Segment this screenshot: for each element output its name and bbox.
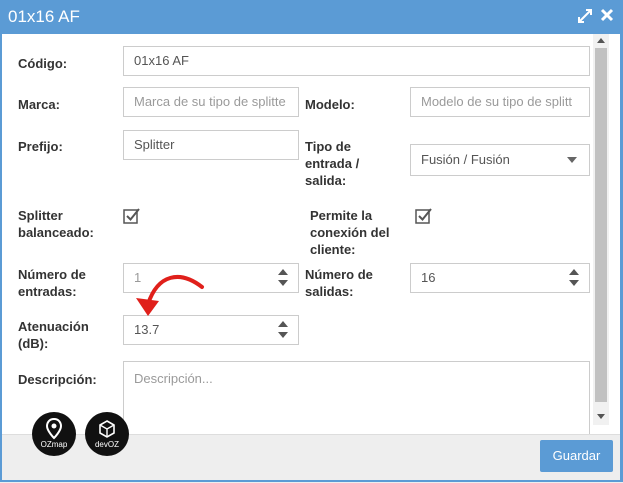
atenuacion-label-line: (dB): — [18, 336, 49, 351]
scroll-down-icon[interactable] — [597, 414, 605, 419]
atenuacion-label-line: Atenuación — [18, 319, 89, 334]
tipo-select[interactable]: Fusión / Fusión — [410, 144, 590, 176]
devoz-logo: devOZ — [85, 412, 129, 456]
close-icon[interactable] — [598, 8, 616, 26]
annotation-arrow-icon — [136, 275, 204, 316]
dialog-border-left — [0, 34, 2, 482]
permite-checkbox[interactable] — [415, 207, 433, 225]
chevron-down-icon — [567, 157, 577, 163]
entradas-stepper[interactable] — [278, 269, 288, 287]
entradas-label-line: Número de — [18, 267, 86, 282]
tipo-value: Fusión / Fusión — [421, 152, 510, 167]
prefijo-input[interactable]: Splitter — [123, 130, 299, 160]
permite-label-line: cliente: — [310, 242, 356, 257]
permite-label-line: Permite la — [310, 208, 373, 223]
prefijo-value: Splitter — [134, 137, 175, 152]
codigo-label: Código: — [18, 56, 68, 71]
permite-label: Permite la conexión del cliente: — [310, 207, 389, 258]
salidas-label-line: salidas: — [305, 284, 354, 299]
marca-input[interactable]: Marca de su tipo de splitte — [123, 87, 299, 117]
salidas-stepper[interactable] — [569, 269, 579, 287]
codigo-value: 01x16 AF — [134, 53, 189, 68]
atenuacion-stepper[interactable] — [278, 321, 288, 339]
modelo-input[interactable]: Modelo de su tipo de splitt — [410, 87, 590, 117]
ozmap-logo-text: OZmap — [40, 440, 68, 449]
map-pin-icon — [46, 418, 62, 440]
tipo-label-line: Tipo de — [305, 139, 351, 154]
vertical-scrollbar[interactable] — [593, 34, 609, 425]
dialog-body: Código: 01x16 AF Marca: Marca de su tipo… — [3, 34, 608, 434]
permite-label-line: conexión del — [310, 225, 390, 240]
descripcion-placeholder: Descripción... — [134, 371, 213, 386]
entradas-label: Número de entradas: — [18, 266, 86, 300]
scrollbar-thumb[interactable] — [595, 48, 607, 402]
codigo-input[interactable]: 01x16 AF — [123, 46, 590, 76]
descripcion-textarea[interactable]: Descripción... — [123, 361, 590, 434]
expand-icon[interactable] — [576, 8, 594, 26]
save-button[interactable]: Guardar — [540, 440, 613, 472]
balanceado-label-line: Splitter — [18, 208, 63, 223]
dialog-title: 01x16 AF — [8, 7, 80, 26]
cube-icon — [99, 420, 115, 438]
ozmap-logo: OZmap — [32, 412, 76, 456]
tipo-label: Tipo de entrada / salida: — [305, 138, 359, 189]
atenuacion-label: Atenuación (dB): — [18, 318, 89, 352]
tipo-label-line: salida: — [305, 173, 347, 188]
entradas-label-line: entradas: — [18, 284, 77, 299]
prefijo-label: Prefijo: — [18, 139, 63, 154]
marca-placeholder: Marca de su tipo de splitte — [134, 94, 286, 109]
dialog-titlebar[interactable]: 01x16 AF — [0, 0, 623, 34]
salidas-label-line: Número de — [305, 267, 373, 282]
tipo-label-line: entrada / — [305, 156, 360, 171]
salidas-input[interactable]: 16 — [410, 263, 590, 293]
salidas-value: 16 — [421, 270, 436, 285]
marca-label: Marca: — [18, 97, 60, 112]
scroll-up-icon[interactable] — [597, 38, 605, 43]
descripcion-label: Descripción: — [18, 372, 97, 387]
modelo-placeholder: Modelo de su tipo de splitt — [421, 94, 573, 109]
salidas-label: Número de salidas: — [305, 266, 373, 300]
balanceado-checkbox[interactable] — [123, 207, 141, 225]
modelo-label: Modelo: — [305, 97, 355, 112]
balanceado-label: Splitter balanceado: — [18, 207, 94, 241]
splitter-dialog: 01x16 AF Código: 01x16 AF Marca: Marca d… — [0, 0, 623, 483]
balanceado-label-line: balanceado: — [18, 225, 94, 240]
devoz-logo-text: devOZ — [94, 440, 119, 449]
